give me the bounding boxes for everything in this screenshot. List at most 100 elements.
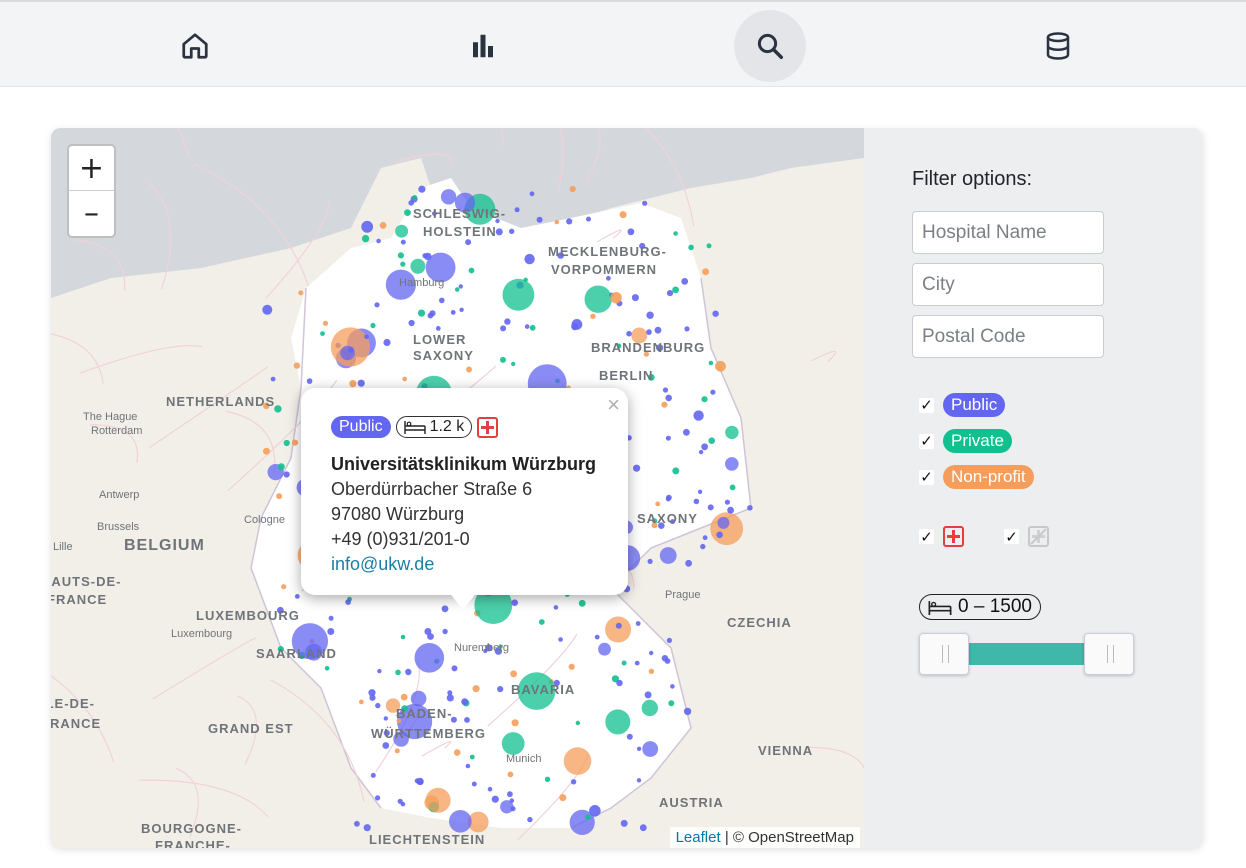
hospital-marker[interactable] [569,185,576,193]
hospital-marker[interactable] [459,307,464,312]
hospital-marker[interactable] [293,362,301,369]
hospital-marker[interactable] [644,691,652,699]
hospital-marker[interactable] [364,334,369,340]
hospital-marker[interactable] [655,501,661,507]
hospital-marker[interactable] [553,605,559,610]
hospital-marker[interactable] [361,234,370,243]
hospital-marker[interactable] [616,679,623,687]
hospital-marker[interactable] [646,311,654,319]
hospital-marker[interactable] [446,694,454,702]
hospital-marker[interactable] [529,191,535,197]
hospital-marker[interactable] [610,292,622,304]
hospital-marker[interactable] [636,778,642,783]
hospital-marker[interactable] [424,628,432,635]
hospital-marker[interactable] [263,447,270,455]
hospital-marker[interactable] [440,189,457,205]
hospital-marker[interactable] [633,464,641,472]
hospital-marker[interactable] [379,222,387,229]
hospital-marker[interactable] [408,319,415,327]
hospital-marker[interactable] [404,209,411,216]
hospital-marker[interactable] [631,294,639,302]
zoom-in-button[interactable]: + [69,146,114,191]
hospital-marker[interactable] [502,278,535,311]
hospital-marker[interactable] [400,693,408,701]
hospital-marker[interactable] [363,824,371,832]
hospital-marker[interactable] [418,185,426,193]
hospital-marker[interactable] [702,268,710,276]
hospital-marker[interactable] [466,366,472,373]
hospital-marker[interactable] [563,747,592,775]
hospital-marker[interactable] [270,376,276,382]
hospital-marker[interactable] [670,684,675,689]
hospital-marker[interactable] [672,286,679,294]
hospital-marker[interactable] [354,820,360,827]
hospital-marker[interactable] [648,668,655,674]
hospital-marker[interactable] [672,467,680,475]
hospital-marker[interactable] [710,389,716,395]
hospital-marker[interactable] [559,794,567,802]
hospital-marker[interactable] [747,505,753,511]
hospital-marker[interactable] [538,619,545,625]
hospital-marker[interactable] [429,310,436,317]
hospital-marker[interactable] [710,512,744,546]
hospital-marker[interactable] [707,504,714,511]
hospital-marker[interactable] [509,228,515,234]
hospital-marker[interactable] [422,253,428,259]
hospital-marker[interactable] [507,771,514,778]
hospital-marker[interactable] [283,471,290,478]
hospital-marker[interactable] [578,599,586,607]
hospital-marker[interactable] [441,605,449,613]
hospital-marker[interactable] [449,810,472,833]
hospital-marker[interactable] [681,278,689,285]
hospital-marker[interactable] [693,410,704,421]
hospital-marker[interactable] [697,489,703,494]
hospital-marker[interactable] [649,650,654,656]
hospital-marker[interactable] [291,439,299,446]
hospital-marker[interactable] [585,814,591,820]
hospital-marker[interactable] [566,218,573,225]
hospital-marker[interactable] [511,361,516,367]
hospital-marker[interactable] [712,310,719,317]
hospital-marker[interactable] [701,396,708,403]
hospital-marker[interactable] [375,702,381,709]
hospital-marker[interactable] [708,437,715,445]
hospital-marker[interactable] [626,733,633,740]
hospital-marker[interactable] [724,499,731,505]
hospital-marker[interactable] [375,795,381,801]
hospital-marker[interactable] [626,330,632,337]
hospital-marker[interactable] [501,732,525,755]
hospital-marker[interactable] [708,360,714,366]
hospital-marker[interactable] [376,238,381,244]
hospital-marker[interactable] [673,231,678,236]
hospital-marker[interactable] [454,287,460,292]
hospital-marker[interactable] [414,643,445,673]
hospital-marker[interactable] [410,690,427,707]
hospital-marker[interactable] [425,787,451,813]
hospital-marker[interactable] [635,621,641,626]
hospital-marker[interactable] [661,401,668,408]
hospital-marker[interactable] [729,484,736,491]
hospital-marker[interactable] [570,779,577,785]
hospital-marker[interactable] [298,290,304,296]
hospital-marker[interactable] [666,637,673,643]
hospital-marker[interactable] [442,628,448,635]
hospital-marker[interactable] [727,506,734,514]
hospital-marker[interactable] [410,258,426,274]
hospital-marker[interactable] [400,634,406,640]
hospital-marker[interactable] [374,302,380,308]
bed-range-slider[interactable] [919,633,1134,675]
hospital-marker[interactable] [627,228,635,236]
nav-database-button[interactable] [1022,10,1094,82]
hospital-marker[interactable] [725,425,739,440]
hospital-marker[interactable] [472,685,480,693]
hospital-marker[interactable] [688,244,694,251]
hospital-marker[interactable] [324,666,330,671]
hospital-marker[interactable] [408,200,415,206]
hospital-marker[interactable] [589,805,601,817]
hospital-marker[interactable] [619,211,627,219]
hospital-marker[interactable] [664,658,671,664]
hospital-marker[interactable] [615,622,622,629]
hospital-marker[interactable] [684,326,690,332]
hospital-marker[interactable] [274,405,282,413]
hospital-marker[interactable] [400,239,406,245]
